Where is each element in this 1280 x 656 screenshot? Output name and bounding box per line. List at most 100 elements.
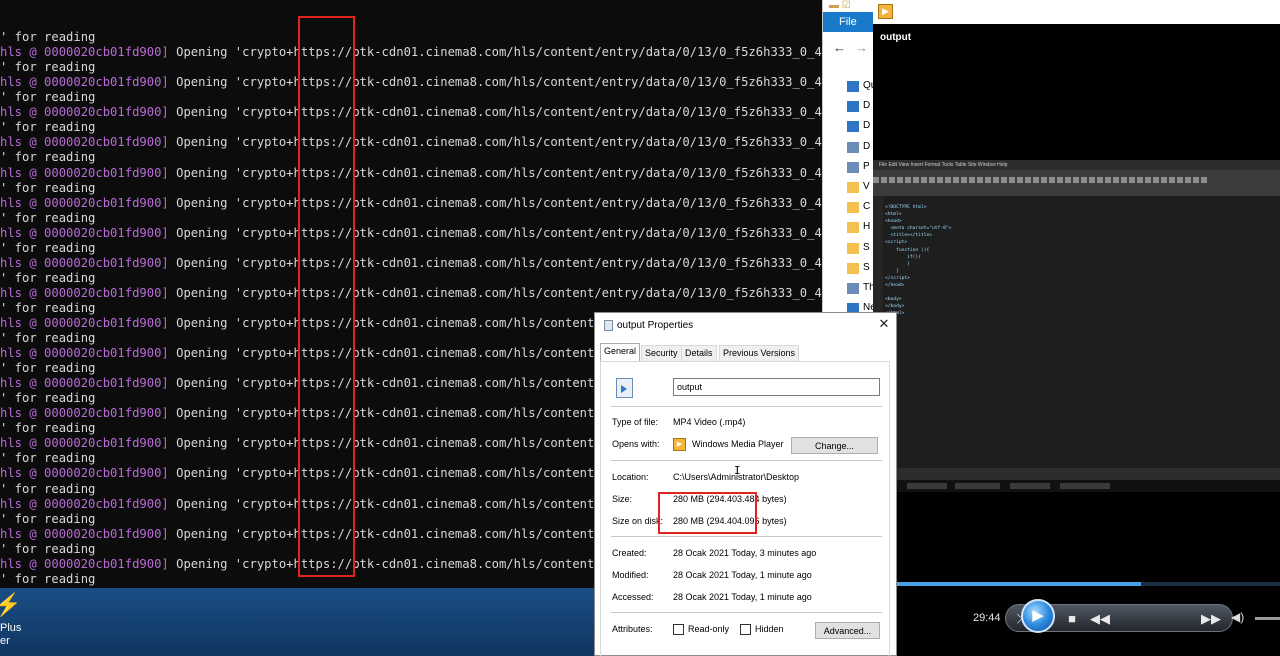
accessed-value: 28 Ocak 2021 Today, 1 minute ago [673,592,812,602]
folder-icon [847,81,859,92]
file-explorer-window: ▬ ☑ File ← → QuDDDPVCHSSThNe [822,0,874,330]
terminal-line-reading: ' for reading [0,180,96,195]
log-prefix: hls @ 0000020cb01fd900] [0,165,169,180]
advanced-button[interactable]: Advanced... [815,622,880,639]
properties-dialog: output Properties ✕ General Security Det… [594,312,897,656]
log-message: Opening 'crypto+https://btk-cdn01.cinema… [168,45,830,60]
nav-item[interactable]: Qu [847,80,874,96]
attributes-label: Attributes: [612,624,653,634]
hidden-label: Hidden [755,624,784,634]
video-caption: output [880,32,912,43]
log-prefix: hls @ 0000020cb01fd900] [0,135,169,150]
modified-value: 28 Ocak 2021 Today, 1 minute ago [673,570,812,580]
back-arrow-icon[interactable]: ← [833,40,846,55]
nav-item[interactable]: C [847,201,874,217]
terminal-line-opening: hls @ 0000020cb01fd900] Opening 'crypto+… [0,135,830,150]
log-prefix: hls @ 0000020cb01fd900] [0,556,169,571]
change-button[interactable]: Change... [791,437,878,454]
terminal-line-reading: ' for reading [0,30,96,45]
nav-item-label: V [863,181,870,192]
terminal-line-opening: hls @ 0000020cb01fd900] Opening 'crypto+… [0,166,830,181]
size-on-disk-label: Size on disk: [612,516,664,526]
player-titlebar[interactable]: ▶ [873,0,1280,24]
tab-general[interactable]: General [600,343,641,362]
log-prefix: hls @ 0000020cb01fd900] [0,75,169,90]
nav-item-label: S [863,241,870,253]
read-only-checkbox[interactable] [673,624,684,635]
volume-icon[interactable]: ◀) [1231,610,1244,624]
tab-details[interactable]: Details [681,345,717,361]
log-message: Opening 'crypto+https://btk-cdn01.cinema… [168,165,830,180]
folder-icon [847,202,859,214]
previous-icon[interactable]: ◀◀ [1090,609,1110,629]
seek-bar[interactable] [895,582,1280,586]
nav-item[interactable]: Th [847,282,874,298]
nav-item[interactable]: H [847,221,874,237]
volume-slider[interactable] [1255,617,1280,620]
video-file-icon [616,378,633,398]
log-message: Opening 'crypto+https://btk-cdn01.cinema… [168,225,830,240]
log-prefix: hls @ 0000020cb01fd900] [0,496,169,511]
tab-security[interactable]: Security [641,345,682,361]
file-name-input[interactable] [673,378,880,396]
media-player-window[interactable]: ▶ output File Edit View Insert Format To… [873,0,1280,656]
folder-icon [847,262,859,274]
log-prefix: hls @ 0000020cb01fd900] [0,406,169,421]
read-only-label: Read-only [688,624,730,634]
created-value: 28 Ocak 2021 Today, 3 minutes ago [673,548,817,558]
nav-item-label: H [863,221,871,233]
file-icon-small [604,320,613,331]
terminal-line-reading: ' for reading [0,210,96,225]
folder-icon [847,121,859,133]
stop-icon[interactable]: ■ [1062,609,1082,629]
nav-item[interactable]: P [847,161,874,177]
player-app-icon: ▶ [878,4,893,19]
opens-with-value: Windows Media Player [692,439,784,449]
log-message: Opening 'crypto+https://btk-cdn01.cinema… [168,135,830,150]
nav-item[interactable]: D [847,100,874,116]
quick-access-toolbar-icon[interactable]: ▬ ☑ [829,0,851,11]
next-icon[interactable]: ▶▶ [1198,609,1224,629]
video-frame-code-editor: File Edit View Insert Format Tools Table… [873,160,1280,480]
nav-item-label: D [863,120,871,132]
desktop-icon-label: Plus er [0,622,22,647]
nav-item[interactable]: S [847,262,874,278]
terminal-line-opening: hls @ 0000020cb01fd900] Opening 'crypto+… [0,256,830,271]
close-icon[interactable]: ✕ [875,315,893,333]
folder-icon [847,242,859,254]
type-of-file-label: Type of file: [612,417,659,427]
ribbon-file-tab[interactable]: File [823,12,873,32]
app-shortcut-icon[interactable]: ⚡ [0,592,21,618]
nav-item[interactable]: D [847,120,874,136]
nav-item[interactable]: D [847,141,874,157]
opens-with-label: Opens with: [612,439,660,449]
tab-previous-versions[interactable]: Previous Versions [719,345,800,361]
nav-item-label: D [863,140,871,152]
nav-item-label: P [863,160,870,172]
video-frame-taskbar [895,480,1280,492]
folder-icon [847,141,859,153]
log-prefix: hls @ 0000020cb01fd900] [0,466,169,481]
editor-toolbar [873,170,1280,196]
folder-icon [847,101,859,113]
location-label: Location: [612,472,649,482]
editor-menubar: File Edit View Insert Format Tools Table… [873,160,1280,170]
hidden-checkbox[interactable] [740,624,751,635]
editor-statusbar [873,468,1280,480]
nav-item[interactable]: S [847,242,874,258]
nav-item-label: D [863,100,871,112]
size-label: Size: [612,494,633,504]
log-message: Opening 'crypto+https://btk-cdn01.cinema… [168,195,830,210]
log-prefix: hls @ 0000020cb01fd900] [0,195,169,210]
nav-item-label: S [863,261,870,273]
size-on-disk-value: 280 MB (294.404.096 bytes) [673,516,787,526]
text-cursor-icon: I [734,464,741,477]
folder-icon [847,161,859,173]
forward-arrow-icon[interactable]: → [855,40,868,55]
separator [611,536,882,537]
play-button[interactable]: ▶ [1021,599,1055,633]
nav-item[interactable]: V [847,181,874,197]
terminal-line-opening: hls @ 0000020cb01fd900] Opening 'crypto+… [0,75,830,90]
terminal-line-reading: ' for reading [0,60,96,75]
terminal-line-reading: ' for reading [0,150,96,165]
